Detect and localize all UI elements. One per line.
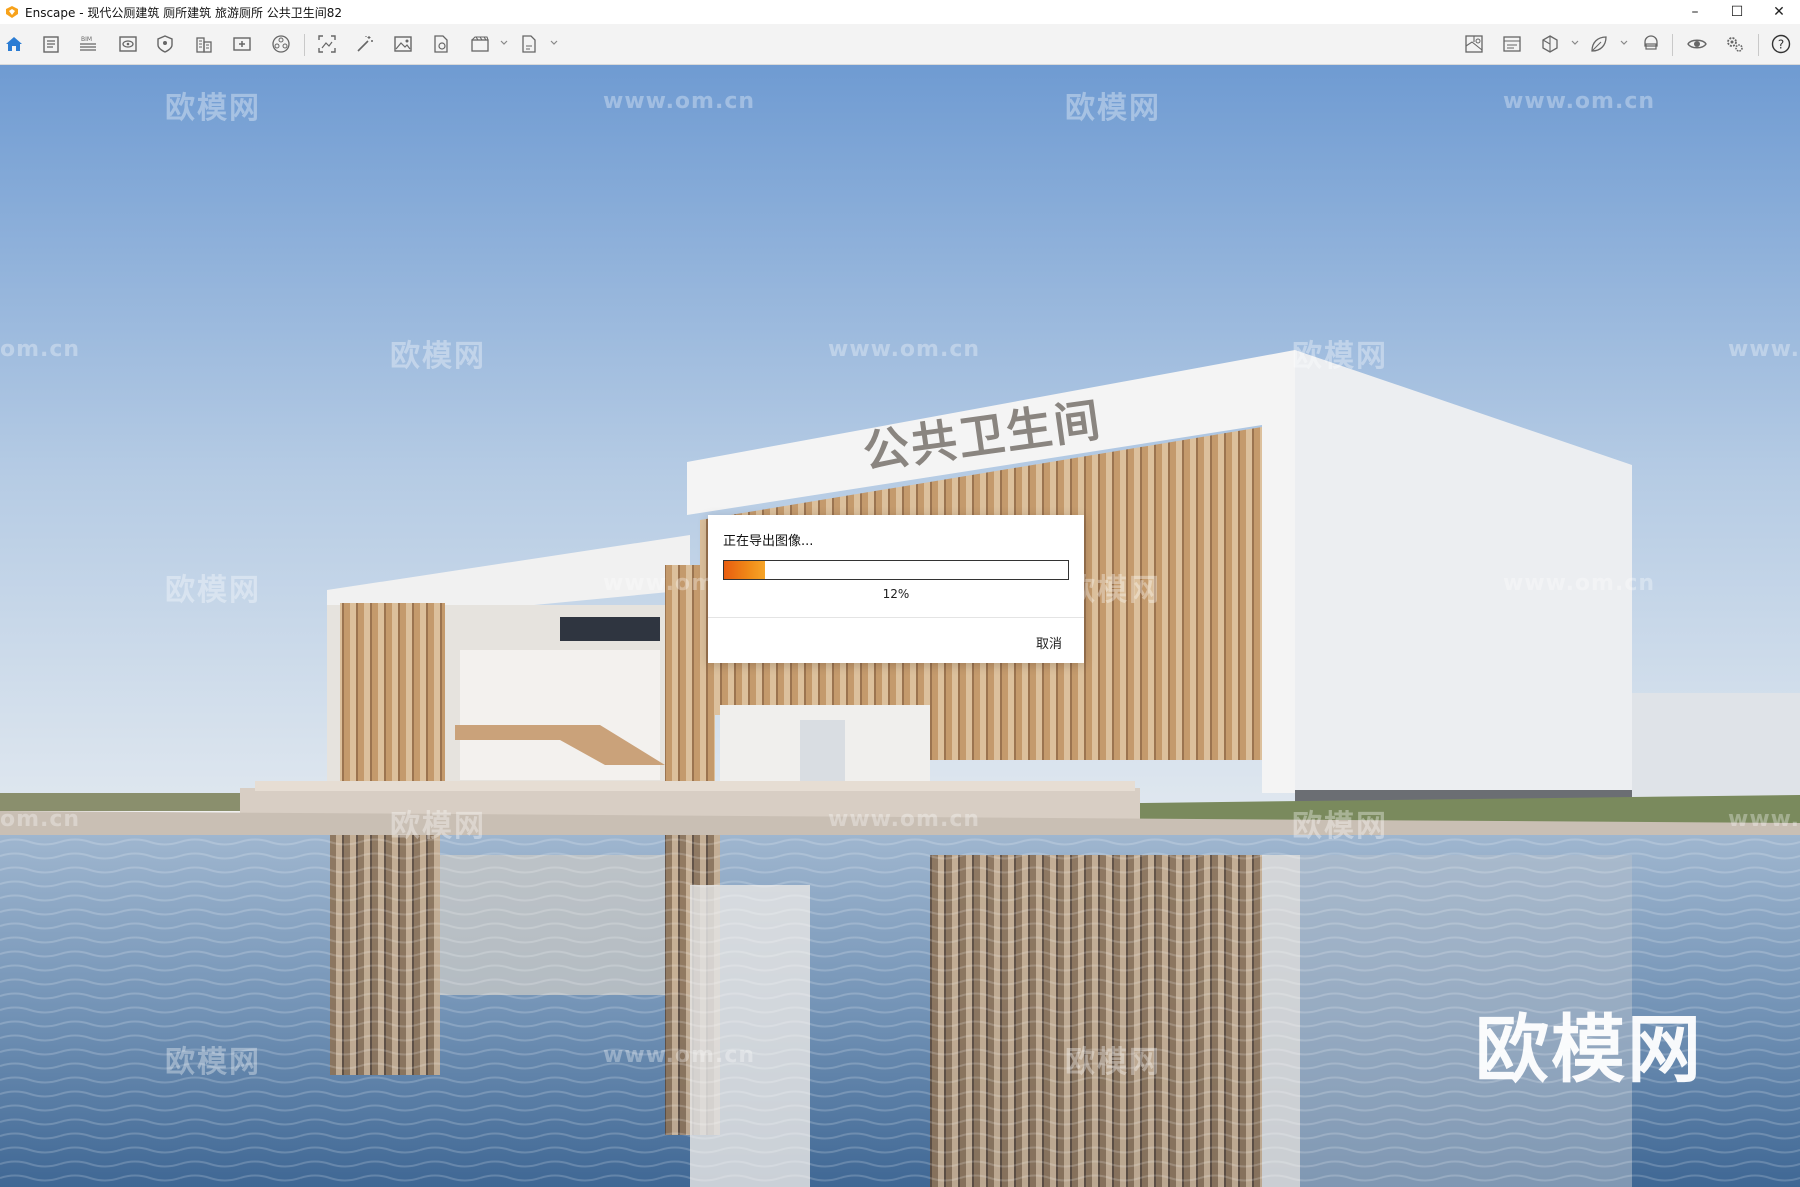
- home-button[interactable]: [3, 33, 25, 55]
- help-icon: ?: [1771, 34, 1791, 54]
- minimize-button[interactable]: –: [1674, 0, 1716, 24]
- watermark-url-text: www.om.cn: [828, 337, 981, 362]
- cancel-button[interactable]: 取消: [1036, 633, 1062, 652]
- svg-text:BIM: BIM: [81, 36, 92, 43]
- watermark-logo-text: 欧模网: [1292, 809, 1388, 844]
- safe-frame-icon: [157, 35, 173, 53]
- watermark-logo-text: 欧模网: [1065, 91, 1161, 126]
- main-toolbar: BIM ?: [0, 24, 1800, 83]
- video-dropdown-icon[interactable]: [500, 39, 508, 47]
- render-settings-button[interactable]: [1501, 33, 1523, 55]
- svg-text:?: ?: [1778, 38, 1784, 52]
- map-icon: [1465, 35, 1483, 53]
- window-title: Enscape - 现代公厕建筑 厕所建筑 旅游厕所 公共卫生间82: [25, 5, 343, 20]
- window-controls: – ☐ ✕: [1674, 0, 1800, 24]
- dialog-title: 正在导出图像...: [723, 534, 814, 549]
- render-settings-icon: [1503, 36, 1521, 52]
- image-button[interactable]: [392, 33, 414, 55]
- notes-button[interactable]: [40, 33, 62, 55]
- view-button[interactable]: [117, 33, 139, 55]
- toolbar-separator: [1758, 34, 1759, 56]
- view-icon: [119, 36, 137, 52]
- watermark-logo-text: 欧模网: [165, 91, 261, 126]
- safe-frame-button[interactable]: [154, 33, 176, 55]
- bim-button[interactable]: BIM: [77, 33, 99, 55]
- watermark-url-text: www.om.cn: [603, 1043, 756, 1068]
- eye-icon: [1687, 39, 1707, 49]
- vr-headset-icon: [1644, 35, 1658, 50]
- visibility-button[interactable]: [1686, 33, 1708, 55]
- help-button[interactable]: ?: [1770, 33, 1792, 55]
- panorama-icon: [272, 35, 290, 53]
- capture-area-icon: [318, 35, 336, 53]
- title-bar: Enscape - 现代公厕建筑 厕所建筑 旅游厕所 公共卫生间82 – ☐ ✕: [0, 0, 1800, 24]
- notes-icon: [43, 36, 59, 53]
- watermark-brand-large: 欧模网: [1475, 1007, 1703, 1093]
- dialog-divider: [708, 617, 1084, 618]
- render-viewport[interactable]: 公共卫生间 欧模网 www.om.cn 欧模网 www.om.cn om.cn …: [0, 65, 1800, 1187]
- watermark-url-text: om.cn: [0, 337, 81, 362]
- building-icon: [196, 37, 212, 53]
- add-view-button[interactable]: [231, 33, 253, 55]
- leaf-dropdown-icon[interactable]: [1620, 39, 1628, 47]
- watermark-logo-text: 欧模网: [390, 339, 486, 374]
- export-progress-dialog: 正在导出图像... 12% 取消: [708, 515, 1084, 663]
- home-icon: [6, 37, 22, 51]
- watermark-url-text: om.cn: [0, 807, 81, 832]
- leaf-icon: [1591, 36, 1607, 52]
- magic-wand-icon: [357, 36, 373, 52]
- cube-icon: [1542, 35, 1558, 53]
- export-progress-bar: [723, 560, 1069, 580]
- add-view-icon: [233, 37, 251, 51]
- magic-wand-button[interactable]: [354, 33, 376, 55]
- watermark-logo-text: 欧模网: [165, 1045, 261, 1080]
- cube-dropdown-icon[interactable]: [1571, 39, 1579, 47]
- close-button[interactable]: ✕: [1758, 0, 1800, 24]
- enscape-logo-icon: [6, 6, 18, 18]
- video-button[interactable]: [469, 33, 491, 55]
- building-button[interactable]: [193, 33, 215, 55]
- export-dropdown-icon[interactable]: [550, 39, 558, 47]
- export-file-button[interactable]: [518, 33, 540, 55]
- map-button[interactable]: [1463, 33, 1485, 55]
- panorama-button[interactable]: [270, 33, 292, 55]
- maximize-button[interactable]: ☐: [1716, 0, 1758, 24]
- cube-button[interactable]: [1539, 33, 1561, 55]
- toolbar-separator: [304, 34, 305, 56]
- watermark-logo-text: 欧模网: [1065, 1045, 1161, 1080]
- bim-icon: BIM: [80, 36, 96, 51]
- vr-headset-button[interactable]: [1640, 33, 1662, 55]
- watermark-logo-text: 欧模网: [390, 809, 486, 844]
- watermark-url-text: www.: [1728, 807, 1800, 832]
- gears-icon: [1727, 37, 1743, 52]
- watermark-url-text: www.om.cn: [1503, 89, 1656, 114]
- video-icon: [471, 36, 489, 52]
- watermark-url-text: www.: [1728, 337, 1800, 362]
- image-icon: [394, 36, 412, 52]
- file-settings-button[interactable]: [430, 33, 452, 55]
- toolbar-separator: [1672, 34, 1673, 56]
- settings-button[interactable]: [1724, 33, 1746, 55]
- progress-percent: 12%: [882, 587, 910, 601]
- watermark-url-text: www.om.cn: [603, 89, 756, 114]
- export-file-icon: [522, 35, 536, 53]
- watermark-url-text: www.om.cn: [828, 807, 981, 832]
- leaf-button[interactable]: [1588, 33, 1610, 55]
- watermark-logo-text: 欧模网: [1292, 339, 1388, 374]
- watermark-url-text: www.om.cn: [1503, 571, 1656, 596]
- capture-area-button[interactable]: [316, 33, 338, 55]
- watermark-logo-text: 欧模网: [165, 573, 261, 608]
- file-settings-icon: [434, 35, 448, 53]
- progress-fill: [724, 561, 766, 579]
